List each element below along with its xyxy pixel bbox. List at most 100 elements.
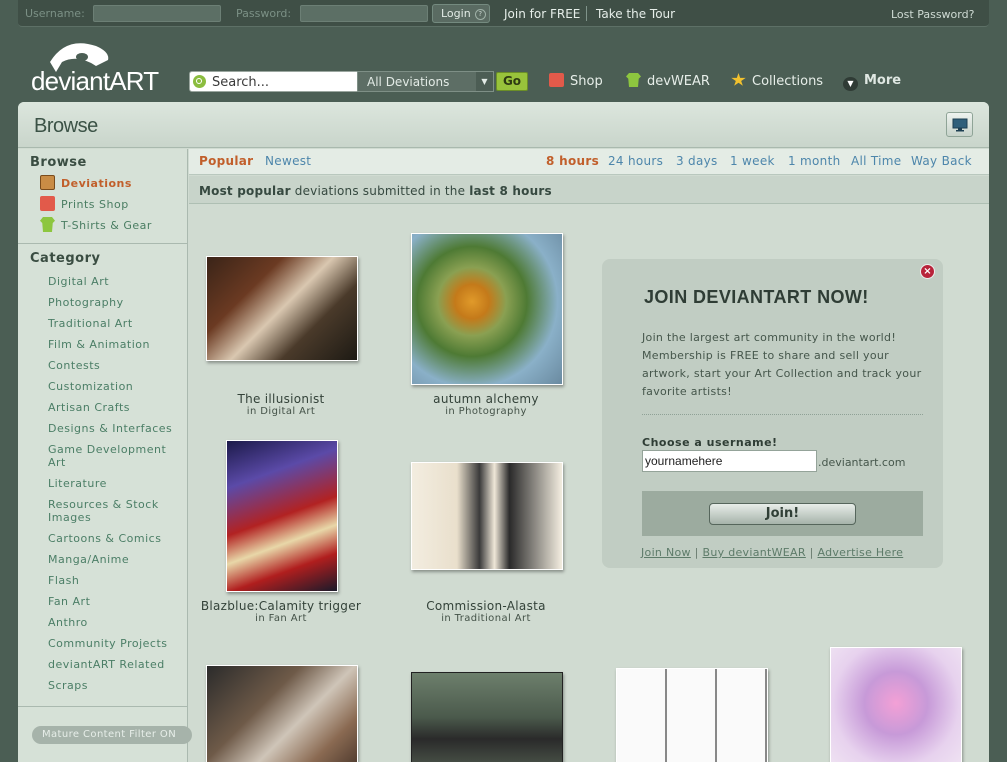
deviation-thumbnail[interactable] xyxy=(411,462,563,570)
nav-devwear-label: devWEAR xyxy=(647,74,710,89)
lost-password-link[interactable]: Lost Password? xyxy=(891,8,974,21)
tab-3-days[interactable]: 3 days xyxy=(676,154,718,168)
tab-popular[interactable]: Popular xyxy=(199,154,253,168)
username-input[interactable] xyxy=(93,5,221,22)
nav-shop[interactable]: Shop xyxy=(549,73,603,89)
monitor-icon xyxy=(952,118,968,132)
search-bar: Search... All Deviations ▼ Go xyxy=(189,71,530,92)
join-description: Join the largest art community in the wo… xyxy=(642,331,922,398)
category-item[interactable]: Resources & Stock Images xyxy=(48,498,178,524)
tab-24-hours[interactable]: 24 hours xyxy=(608,154,663,168)
deviation-title[interactable]: autumn alchemy xyxy=(396,392,576,406)
category-item[interactable]: Artisan Crafts xyxy=(48,401,178,414)
deviation-thumbnail[interactable] xyxy=(411,672,563,762)
tshirt-icon xyxy=(626,73,641,87)
nav-collections-label: Collections xyxy=(752,74,824,89)
subtitle-middle: deviations submitted in the xyxy=(290,184,470,198)
tab-way-back[interactable]: Way Back xyxy=(911,154,972,168)
tab-8-hours[interactable]: 8 hours xyxy=(546,154,599,168)
subtitle-emphasis: Most popular xyxy=(199,184,291,198)
advertise-link[interactable]: Advertise Here xyxy=(817,546,903,559)
category-item[interactable]: Digital Art xyxy=(48,275,178,288)
sidebar-item-deviations[interactable]: Deviations xyxy=(40,175,132,190)
deviation-thumbnail[interactable] xyxy=(226,440,338,592)
category-item[interactable]: Traditional Art xyxy=(48,317,178,330)
category-item[interactable]: Film & Animation xyxy=(48,338,178,351)
star-icon xyxy=(731,73,746,86)
chevron-down-icon: ▼ xyxy=(476,72,493,91)
username-choice-input[interactable]: yournamehere xyxy=(642,450,817,472)
nav-more-label: More xyxy=(864,73,902,88)
mature-filter-toggle[interactable]: Mature Content Filter ON xyxy=(32,726,192,744)
deviation-category: in Digital Art xyxy=(246,406,316,417)
category-item[interactable]: Flash xyxy=(48,574,178,587)
nav-devwear[interactable]: devWEAR xyxy=(626,73,710,89)
category-item[interactable]: Contests xyxy=(48,359,178,372)
sidebar-item-label: T-Shirts & Gear xyxy=(61,219,152,232)
browse-content: Browse Browse Deviations Prints Shop T-S… xyxy=(18,102,989,762)
deviation-title[interactable]: The illusionist xyxy=(191,392,371,406)
deviation-thumbnail[interactable] xyxy=(411,233,563,385)
join-button[interactable]: Join! xyxy=(709,503,856,525)
deviation-title[interactable]: Commission-Alasta xyxy=(396,599,576,613)
search-placeholder: Search... xyxy=(212,75,270,90)
take-tour-link[interactable]: Take the Tour xyxy=(596,7,675,21)
join-now-link[interactable]: Join Now xyxy=(641,546,691,559)
buy-deviantwear-link[interactable]: Buy deviantWEAR xyxy=(702,546,805,559)
category-item[interactable]: Literature xyxy=(48,477,178,490)
deviation-caption: Blazblue:Calamity trigger in Fan Art xyxy=(191,599,371,624)
deviation-thumbnail[interactable] xyxy=(206,665,358,762)
domain-suffix: .deviantart.com xyxy=(818,456,906,469)
join-promo-box: × JOIN DEVIANTART NOW! Join the largest … xyxy=(602,259,943,568)
join-title: JOIN DEVIANTART NOW! xyxy=(644,287,869,307)
shopping-bag-icon xyxy=(549,73,564,87)
link-separator: | xyxy=(805,546,818,559)
tab-all-time[interactable]: All Time xyxy=(851,154,901,168)
deviation-caption: The illusionist in Digital Art xyxy=(191,392,371,417)
sidebar-browse-heading: Browse xyxy=(30,155,87,170)
search-go-button[interactable]: Go xyxy=(496,72,528,91)
tab-1-week[interactable]: 1 week xyxy=(730,154,775,168)
prints-icon xyxy=(40,196,55,211)
category-item[interactable]: Customization xyxy=(48,380,178,393)
tab-1-month[interactable]: 1 month xyxy=(788,154,841,168)
category-item[interactable]: Anthro xyxy=(48,616,178,629)
search-scope-select[interactable]: All Deviations ▼ xyxy=(357,71,494,92)
close-icon[interactable]: × xyxy=(920,264,935,279)
deviation-thumbnail[interactable] xyxy=(830,647,962,762)
password-input[interactable] xyxy=(300,5,428,22)
category-item[interactable]: Community Projects xyxy=(48,637,178,650)
deviation-thumbnail[interactable] xyxy=(616,668,768,762)
category-item[interactable]: Manga/Anime xyxy=(48,553,178,566)
tab-newest[interactable]: Newest xyxy=(265,154,311,168)
nav-more[interactable]: ▼ More xyxy=(843,73,901,91)
login-button-label: Login xyxy=(441,7,471,20)
category-item[interactable]: Cartoons & Comics xyxy=(48,532,178,545)
sidebar: Browse Deviations Prints Shop T-Shirts &… xyxy=(18,149,192,762)
category-item[interactable]: Scraps xyxy=(48,679,178,692)
screen-view-button[interactable] xyxy=(946,112,973,137)
category-item[interactable]: deviantART Related xyxy=(48,658,178,671)
category-item[interactable]: Designs & Interfaces xyxy=(48,422,178,435)
deviation-title[interactable]: Blazblue:Calamity trigger xyxy=(191,599,371,613)
join-free-link[interactable]: Join for FREE xyxy=(504,7,580,21)
deviation-thumbnail[interactable] xyxy=(206,256,358,361)
deviation-category: in Traditional Art xyxy=(441,613,531,624)
join-button-bar: Join! xyxy=(642,491,923,536)
page-title: Browse xyxy=(34,115,98,137)
username-label: Username: xyxy=(25,7,85,20)
deviantart-logo[interactable]: deviantART xyxy=(30,40,170,96)
nav-collections[interactable]: Collections xyxy=(731,73,823,89)
sidebar-item-prints-shop[interactable]: Prints Shop xyxy=(40,196,129,211)
sidebar-item-tshirts-gear[interactable]: T-Shirts & Gear xyxy=(40,217,152,232)
username-choice-label: Choose a username! xyxy=(642,436,778,449)
deviation-caption: autumn alchemy in Photography xyxy=(396,392,576,417)
login-button[interactable]: Login? xyxy=(432,4,490,23)
category-item[interactable]: Fan Art xyxy=(48,595,178,608)
search-input[interactable]: Search... xyxy=(189,71,358,92)
category-item[interactable]: Photography xyxy=(48,296,178,309)
top-login-bar: Username: Password: Login? Join for FREE… xyxy=(18,0,989,27)
password-label: Password: xyxy=(236,7,292,20)
results-subtitle-bar: Most popular deviations submitted in the… xyxy=(189,176,989,204)
category-item[interactable]: Game Development Art xyxy=(48,443,178,469)
